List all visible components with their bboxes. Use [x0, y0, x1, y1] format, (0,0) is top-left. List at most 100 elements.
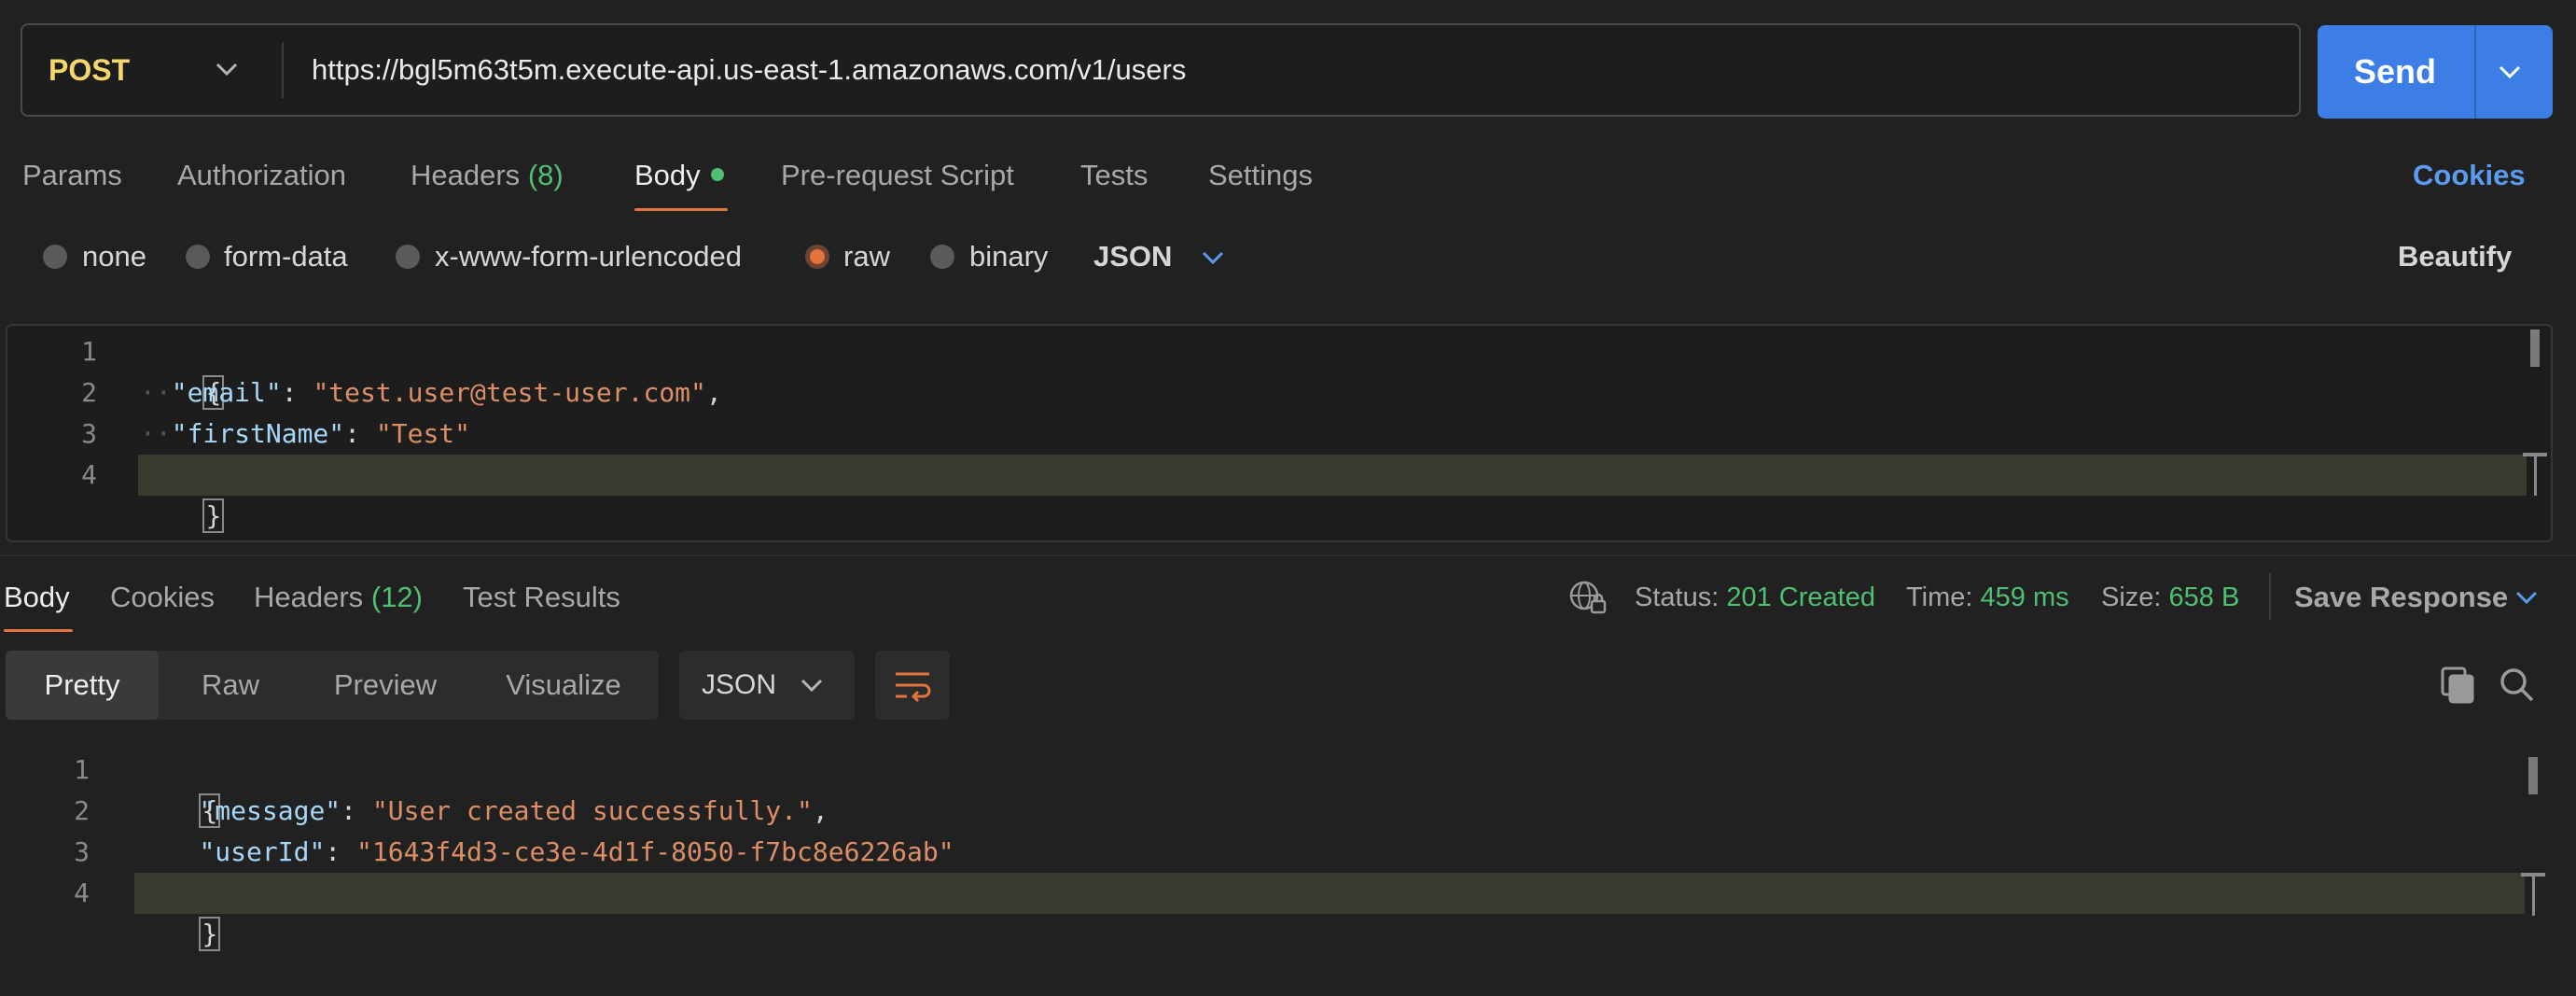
radio-raw[interactable] [805, 245, 829, 269]
json-key: "userId" [199, 836, 326, 867]
radio-form-data-label: form-data [224, 240, 348, 273]
view-mode-segment: Pretty Raw Preview Visualize [6, 651, 659, 720]
close-brace: } [199, 917, 221, 951]
send-button[interactable]: Send [2318, 25, 2553, 119]
chevron-down-icon[interactable] [2512, 581, 2541, 614]
save-response-button[interactable]: Save Response [2294, 577, 2508, 618]
body-format-select[interactable]: JSON [1093, 236, 1172, 277]
line-number: 1 [81, 336, 97, 367]
tab-params[interactable]: Params [22, 155, 122, 196]
radio-binary[interactable] [930, 245, 954, 269]
response-format-label: JSON [702, 669, 777, 700]
globe-lock-icon[interactable] [1567, 579, 1608, 616]
response-size: Size: 658 B [2101, 577, 2239, 618]
response-tab-test-results[interactable]: Test Results [463, 577, 620, 618]
radio-raw-label: raw [843, 240, 890, 273]
time-value: 459 ms [1980, 582, 2069, 612]
request-bar: POST [21, 23, 2301, 117]
scrollbar-thumb[interactable] [2530, 330, 2540, 367]
line-number: 3 [74, 836, 90, 867]
divider [2269, 573, 2271, 620]
code-line: { [140, 331, 225, 410]
url-input[interactable] [312, 25, 2271, 115]
code-line: } [136, 873, 221, 951]
code-line: "userId": "1643f4d3-ce3e-4d1f-8050-f7bc8… [199, 836, 954, 867]
json-string: "1643f4d3-ce3e-4d1f-8050-f7bc8e6226ab" [356, 836, 954, 867]
response-time: Time: 459 ms [1906, 577, 2069, 618]
line-number: 4 [74, 877, 90, 908]
cursor-marker [2523, 453, 2547, 496]
json-key: "message" [199, 795, 341, 826]
response-tab-body[interactable]: Body [4, 577, 70, 618]
response-tab-headers-count: (12) [370, 581, 423, 613]
view-visualize[interactable]: Visualize [468, 651, 659, 720]
view-pretty[interactable]: Pretty [6, 651, 159, 720]
radio-binary-label: binary [969, 240, 1049, 273]
body-modified-dot [711, 168, 724, 181]
status-value: 201 Created [1726, 582, 1875, 612]
divider [282, 42, 284, 98]
send-label: Send [2353, 52, 2436, 91]
json-key: "email" [171, 377, 282, 408]
beautify-button[interactable]: Beautify [2398, 236, 2512, 277]
response-status: Status: 201 Created [1635, 577, 1875, 618]
tab-settings[interactable]: Settings [1208, 155, 1313, 196]
code-line: { [136, 750, 221, 828]
code-line: ··"email": "test.user@test-user.com", [140, 377, 722, 408]
scrollbar-thumb[interactable] [2528, 757, 2538, 794]
cookies-link[interactable]: Cookies [2413, 155, 2526, 196]
tab-authorization[interactable]: Authorization [177, 155, 346, 196]
method-select[interactable]: POST [49, 25, 130, 115]
code-line: "message": "User created successfully.", [199, 795, 828, 826]
line-number: 1 [74, 754, 90, 785]
line-number: 2 [74, 795, 90, 826]
tab-tests[interactable]: Tests [1080, 155, 1148, 196]
active-tab-indicator [4, 629, 73, 632]
active-tab-indicator [634, 208, 728, 211]
status-label: Status: [1635, 582, 1720, 612]
section-divider [0, 554, 2576, 556]
request-body-editor[interactable]: 1 2 3 4 { ··"email": "test.user@test-use… [6, 324, 2553, 542]
json-string: "Test" [375, 418, 471, 449]
response-tab-cookies[interactable]: Cookies [110, 577, 215, 618]
radio-urlencoded[interactable] [396, 245, 420, 269]
tab-headers[interactable]: Headers (8) [411, 155, 564, 196]
send-divider [2474, 25, 2476, 119]
view-preview[interactable]: Preview [302, 651, 468, 720]
time-label: Time: [1906, 582, 1973, 612]
json-key: "firstName" [171, 418, 345, 449]
line-number: 4 [81, 459, 97, 490]
tab-headers-label: Headers [411, 159, 521, 191]
radio-form-data[interactable] [186, 245, 210, 269]
wrap-lines-icon [896, 672, 931, 703]
size-value: 658 B [2168, 582, 2240, 612]
radio-none[interactable] [43, 245, 67, 269]
size-label: Size: [2101, 582, 2162, 612]
search-icon[interactable] [2497, 665, 2538, 706]
chevron-down-icon[interactable] [2493, 55, 2527, 89]
current-line-highlight [134, 873, 2525, 914]
line-number: 2 [81, 377, 97, 408]
chevron-down-icon[interactable] [1198, 241, 1228, 274]
radio-none-label: none [82, 240, 146, 273]
tab-headers-count: (8) [527, 159, 564, 191]
view-raw[interactable]: Raw [159, 651, 302, 720]
response-tab-headers[interactable]: Headers (12) [254, 577, 423, 618]
response-format-select[interactable]: JSON [679, 651, 855, 720]
json-string: "test.user@test-user.com" [313, 377, 706, 408]
code-line: } [140, 455, 225, 533]
response-body-viewer[interactable]: 1 2 3 4 { "message": "User created succe… [0, 744, 2576, 951]
radio-urlencoded-label: x-www-form-urlencoded [435, 240, 743, 273]
code-line: ··"firstName": "Test" [140, 418, 471, 449]
current-line-highlight [138, 455, 2527, 496]
tab-body[interactable]: Body [634, 155, 701, 196]
chevron-down-icon [801, 679, 823, 693]
tab-prerequest-script[interactable]: Pre-request Script [781, 155, 1014, 196]
wrap-lines-button[interactable] [875, 651, 950, 720]
copy-icon[interactable] [2439, 665, 2476, 706]
close-brace: } [202, 498, 225, 533]
json-string: "User created successfully." [371, 795, 813, 826]
chevron-down-icon[interactable] [214, 53, 240, 87]
line-number: 3 [81, 418, 97, 449]
cursor-marker [2521, 873, 2545, 916]
